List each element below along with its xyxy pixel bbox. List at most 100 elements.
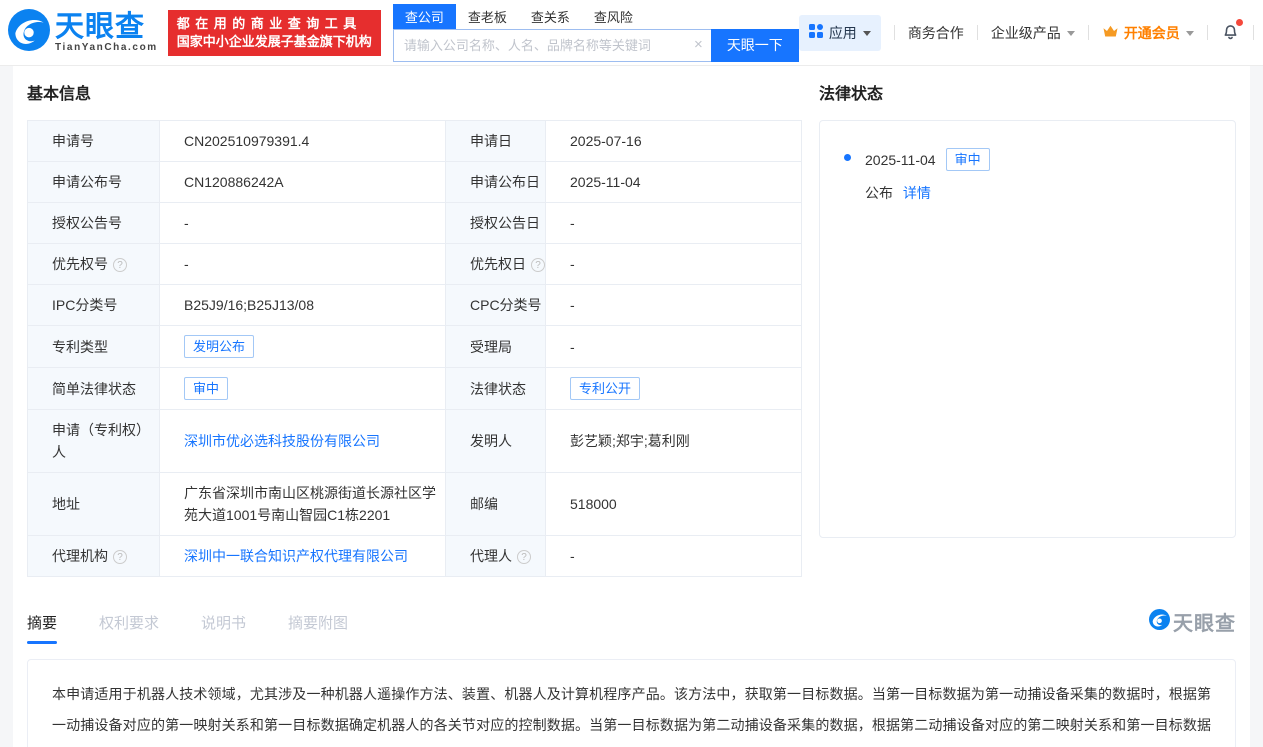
tab-说明书[interactable]: 说明书 [201,612,246,644]
search-block: 查公司查老板查关系查风险 × 天眼一下 [393,4,799,62]
search-input[interactable] [393,29,711,62]
field-label: 受理局 [446,326,546,368]
table-row: 简单法律状态审中法律状态专利公开 [28,368,802,410]
value-text: - [184,256,189,272]
tianyancha-watermark: 天眼查 [1149,607,1236,644]
enterprise-products-menu[interactable]: 企业级产品 [991,23,1075,43]
banner-line1: 都在用的商业查询工具 [177,15,372,33]
help-icon[interactable]: ? [113,550,127,564]
chevron-down-icon [1186,31,1194,40]
tab-权利要求[interactable]: 权利要求 [99,612,159,644]
value-text: - [570,548,575,564]
field-label: 代理机构? [28,536,160,577]
field-value: - [160,244,446,285]
value-text: CN120886242A [184,174,284,190]
legal-status-date: 2025-11-04 [865,152,936,168]
search-tab[interactable]: 查风险 [582,4,645,29]
business-cooperation-link[interactable]: 商务合作 [908,23,964,43]
field-label: 优先权号? [28,244,160,285]
field-value: - [546,203,802,244]
chevron-down-icon [1067,31,1075,40]
value-text: - [570,256,575,272]
table-row: 优先权号? - 优先权日? - [28,244,802,285]
search-tab[interactable]: 查关系 [519,4,582,29]
notification-badge [1236,19,1243,26]
field-label: 授权公告号 [28,203,160,244]
entity-link[interactable]: 深圳市优必选科技股份有限公司 [184,433,380,449]
legal-status-event: 公布 [865,185,893,201]
table-row: 申请号CN202510979391.4申请日2025-07-16 [28,121,802,162]
value-text: 2025-07-16 [570,133,642,149]
field-value: 发明公布 [160,326,446,368]
top-header: 天眼查 TianYanCha.com 都在用的商业查询工具 国家中小企业发展子基… [0,0,1263,66]
field-value: - [546,244,802,285]
status-tag: 审中 [946,148,990,171]
enterprise-label: 企业级产品 [991,23,1061,43]
vip-label: 开通会员 [1124,23,1180,43]
legal-status-section: 法律状态 2025-11-04 审中 公布 详情 [819,80,1236,577]
field-value: - [160,203,446,244]
help-icon[interactable]: ? [517,550,531,564]
apps-label: 应用 [829,23,857,43]
divider [1088,25,1089,40]
field-value: 审中 [160,368,446,410]
field-label: 地址 [28,473,160,536]
field-value: 518000 [546,473,802,536]
field-label: IPC分类号 [28,285,160,326]
field-label: 专利类型 [28,326,160,368]
field-label: 申请公布日 [446,162,546,203]
notifications-bell[interactable] [1221,22,1240,44]
entity-link[interactable]: 深圳中一联合知识产权代理有限公司 [184,548,408,564]
timeline-dot-icon [844,154,851,161]
tab-摘要附图[interactable]: 摘要附图 [288,612,348,644]
field-value: 深圳中一联合知识产权代理有限公司 [160,536,446,577]
divider [894,25,895,40]
field-label: 申请日 [446,121,546,162]
legal-status-title: 法律状态 [819,80,1236,104]
logo-title: 天眼查 [55,13,158,41]
page-content: 基本信息 申请号CN202510979391.4申请日2025-07-16申请公… [13,66,1250,747]
field-value: 2025-07-16 [546,121,802,162]
search-tab[interactable]: 查公司 [393,4,456,29]
legal-status-card: 2025-11-04 审中 公布 详情 [819,120,1236,538]
value-text: 518000 [570,496,617,512]
banner-line2: 国家中小企业发展子基金旗下机构 [177,33,372,51]
value-text: - [570,339,575,355]
value-text: 广东省深圳市南山区桃源街道长源社区学苑大道1001号南山智园C1栋2201 [184,485,436,523]
detail-link[interactable]: 详情 [903,185,931,201]
field-value: 2025-11-04 [546,162,802,203]
field-label: 发明人 [446,410,546,473]
value-text: 2025-11-04 [570,174,641,190]
vip-upgrade-menu[interactable]: 开通会员 [1102,23,1194,43]
field-value: CN120886242A [160,162,446,203]
header-nav: 应用 商务合作 企业级产品 开通会员 超级风... [799,15,1263,51]
field-label: CPC分类号 [446,285,546,326]
promo-banner: 都在用的商业查询工具 国家中小企业发展子基金旗下机构 [168,10,381,56]
field-label: 申请公布号 [28,162,160,203]
field-value: 广东省深圳市南山区桃源街道长源社区学苑大道1001号南山智园C1栋2201 [160,473,446,536]
clear-icon[interactable]: × [694,36,703,53]
field-label: 法律状态 [446,368,546,410]
value-text: - [570,297,575,313]
help-icon[interactable]: ? [113,258,127,272]
search-button[interactable]: 天眼一下 [711,29,799,62]
search-tab[interactable]: 查老板 [456,4,519,29]
field-label: 代理人? [446,536,546,577]
content-tabs: 摘要 权利要求 说明书 摘要附图 天眼查 [27,607,1236,644]
tianyancha-watermark-icon [1149,609,1170,635]
field-value: 深圳市优必选科技股份有限公司 [160,410,446,473]
field-label: 申请号 [28,121,160,162]
tab-摘要[interactable]: 摘要 [27,612,57,644]
field-label: 优先权日? [446,244,546,285]
chevron-down-icon [863,31,871,40]
tianyancha-logo[interactable]: 天眼查 TianYanCha.com [8,9,158,56]
search-tabs: 查公司查老板查关系查风险 [393,4,799,29]
value-text: - [184,215,189,231]
table-row: 申请公布号 CN120886242A 申请公布日 2025-11-04 [28,162,802,203]
help-icon[interactable]: ? [531,258,545,272]
tianyancha-logo-icon [8,9,50,56]
table-row: 专利类型发明公布受理局 - [28,326,802,368]
value-text: 彭艺颖;郑宇;葛利刚 [570,433,690,449]
apps-menu[interactable]: 应用 [799,15,881,51]
business-label: 商务合作 [908,23,964,43]
